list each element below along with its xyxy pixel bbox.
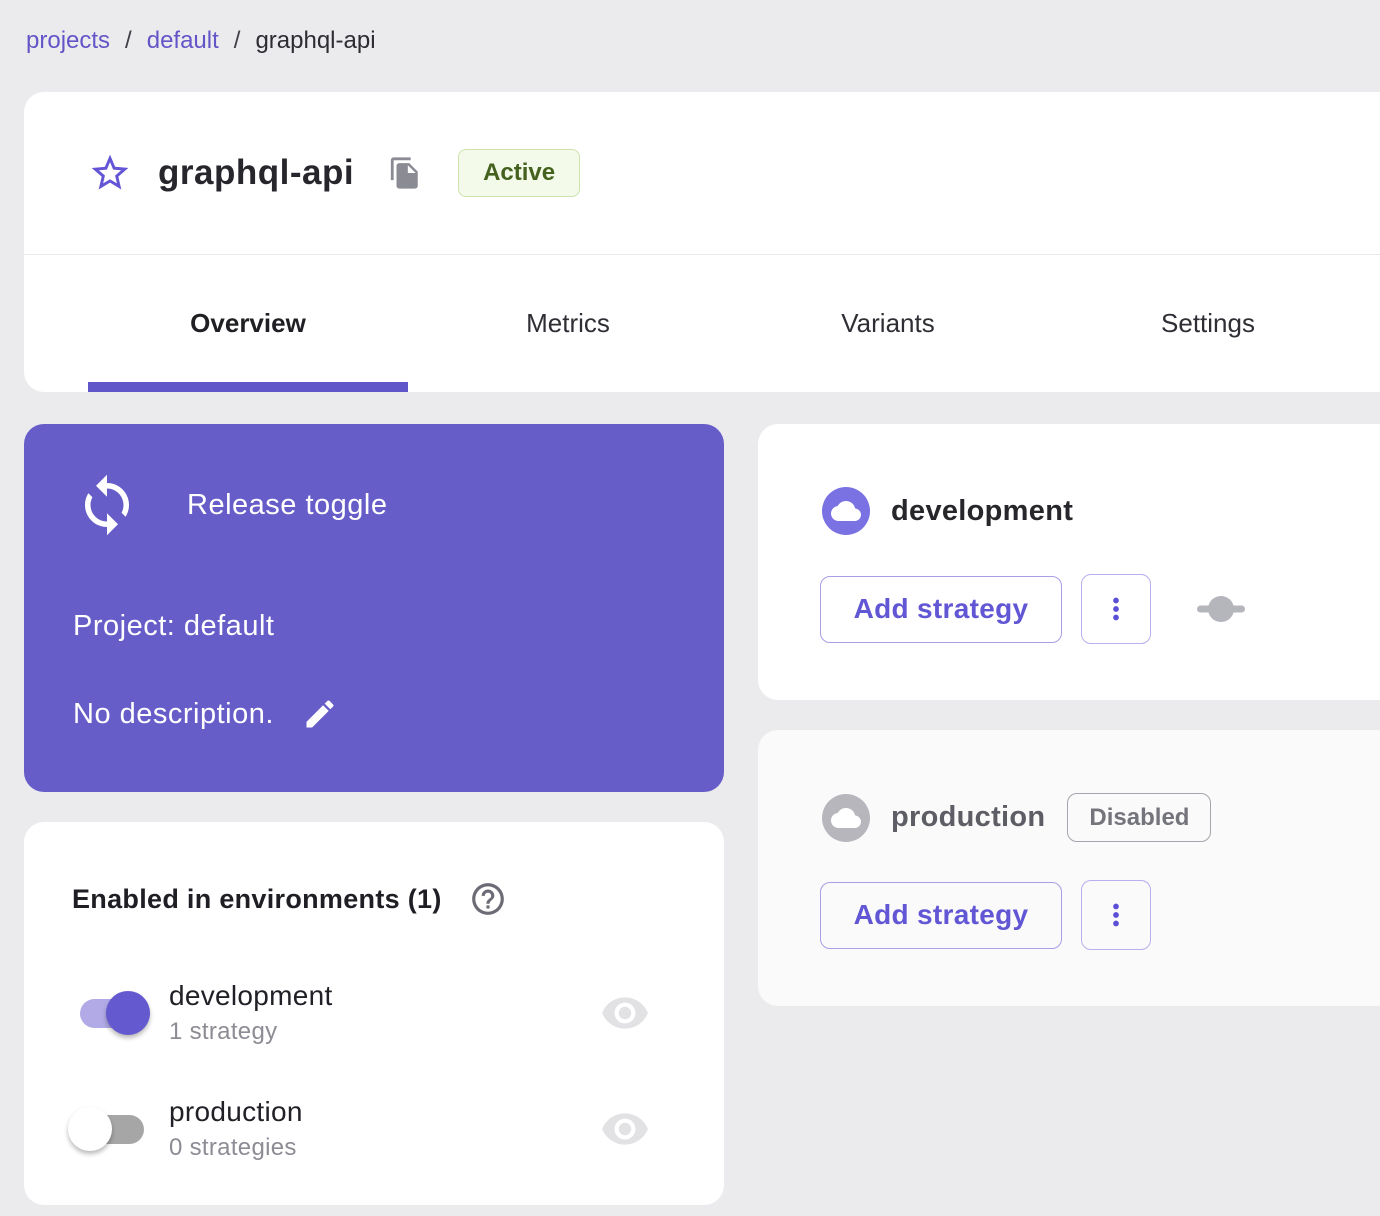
disabled-badge: Disabled (1067, 793, 1212, 842)
toggle-type-header: Release toggle (74, 472, 387, 538)
environment-avatar (822, 793, 870, 842)
environment-row-name: development (169, 980, 333, 1011)
environment-header: production Disabled (822, 793, 1212, 842)
loop-icon (85, 474, 129, 536)
more-vert-icon (1113, 903, 1119, 927)
copy-icon (390, 157, 418, 189)
tab-label: Overview (190, 308, 306, 338)
tab-label: Settings (1161, 308, 1255, 338)
help-circle-icon (471, 883, 504, 915)
breadcrumb-separator: / (233, 27, 241, 54)
cloud-icon (831, 501, 861, 521)
tab-settings[interactable]: Settings (1048, 255, 1368, 392)
environment-menu-button[interactable] (1081, 880, 1151, 950)
toggle-project-label: Project: default (73, 610, 275, 642)
environment-controls: Add strategy (820, 880, 1151, 950)
tab-variants[interactable]: Variants (728, 255, 1048, 392)
star-outline-icon (91, 154, 129, 190)
enabled-environments-title: Enabled in environments (1) (72, 883, 442, 914)
favorite-button[interactable] (88, 151, 132, 195)
toggle-knob (68, 1107, 112, 1151)
environment-row-strategies: 0 strategies (169, 1134, 297, 1161)
breadcrumb: projects / default / graphql-api (26, 27, 376, 55)
add-strategy-button[interactable]: Add strategy (820, 881, 1062, 949)
tab-overview[interactable]: Overview (88, 255, 408, 392)
enabled-environments-card: Enabled in environments (1) development … (24, 822, 724, 1205)
add-strategy-button[interactable]: Add strategy (820, 575, 1062, 643)
environment-avatar (822, 487, 870, 535)
environment-header: development (822, 487, 1073, 535)
breadcrumb-link-projects[interactable]: projects (26, 27, 110, 55)
feature-header-card: graphql-api Active Overview Metrics Vari… (24, 92, 1380, 392)
enabled-environments-header: Enabled in environments (1) (72, 822, 676, 918)
feature-title-row: graphql-api Active (24, 92, 1380, 254)
environment-card-production: production Disabled Add strategy (758, 730, 1380, 1006)
environment-name: production (891, 801, 1046, 833)
toggle-description: No description. (73, 697, 274, 730)
environment-row-development: development 1 strategy (72, 980, 676, 1046)
copy-name-button[interactable] (388, 155, 422, 191)
environment-controls: Add strategy (820, 574, 1246, 644)
strategy-slider-icon (1196, 595, 1246, 623)
visibility-button[interactable] (600, 988, 650, 1038)
edit-description-button[interactable] (300, 694, 340, 734)
breadcrumb-current: graphql-api (255, 27, 376, 54)
environment-card-development: development Add strategy (758, 424, 1380, 700)
toggle-type-label: Release toggle (187, 488, 388, 521)
tab-bar: Overview Metrics Variants Settings (88, 255, 1380, 392)
environment-row-production: production 0 strategies (68, 1096, 676, 1162)
environment-name: development (891, 494, 1074, 527)
environment-row-labels: production 0 strategies (169, 1096, 303, 1162)
tab-metrics[interactable]: Metrics (408, 255, 728, 392)
visibility-button[interactable] (600, 1104, 650, 1154)
cloud-icon (831, 807, 861, 828)
toggle-knob (106, 991, 150, 1035)
pencil-icon (306, 700, 334, 728)
tab-label: Variants (841, 308, 935, 338)
active-tab-indicator (88, 382, 408, 392)
environment-row-labels: development 1 strategy (169, 980, 333, 1046)
more-vert-icon (1113, 597, 1119, 621)
breadcrumb-separator: / (125, 27, 132, 54)
development-toggle[interactable] (72, 989, 152, 1037)
toggle-type-card: Release toggle Project: default No descr… (24, 424, 724, 792)
environment-row-strategies: 1 strategy (169, 1018, 278, 1045)
environment-row-name: production (169, 1096, 303, 1127)
environment-menu-button[interactable] (1081, 574, 1151, 644)
status-badge: Active (458, 149, 581, 197)
page-title: graphql-api (158, 153, 355, 192)
eye-icon (602, 997, 648, 1029)
breadcrumb-link-default[interactable]: default (147, 27, 219, 55)
production-toggle[interactable] (68, 1105, 152, 1153)
help-button[interactable] (469, 880, 507, 918)
toggle-description-row: No description. (73, 694, 340, 734)
tab-label: Metrics (526, 308, 610, 338)
eye-icon (602, 1113, 648, 1145)
